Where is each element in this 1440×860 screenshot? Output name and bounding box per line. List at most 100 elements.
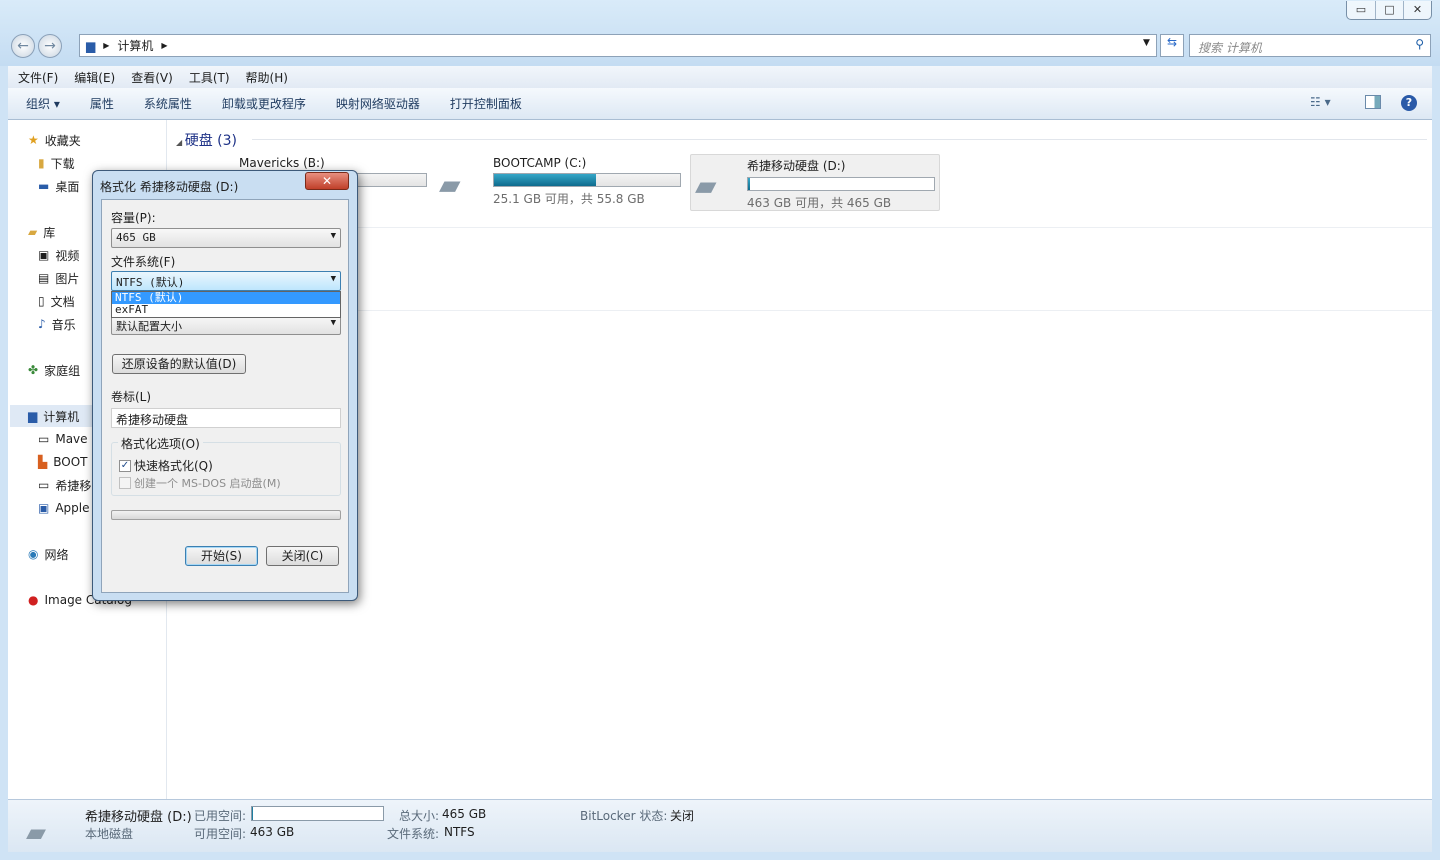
minimize-button[interactable]: ▭ bbox=[1347, 1, 1375, 19]
drive-tile-d[interactable]: ▰ 希捷移动硬盘 (D:) 463 GB 可用，共 465 GB bbox=[690, 154, 940, 211]
divider bbox=[357, 227, 1432, 228]
close-button[interactable]: ✕ bbox=[1403, 1, 1431, 19]
preview-pane-icon[interactable] bbox=[1365, 95, 1381, 109]
window-controls: ▭ □ ✕ bbox=[1346, 1, 1432, 20]
drive-info: 463 GB 可用，共 465 GB bbox=[747, 196, 892, 210]
msdos-boot-label: 创建一个 MS-DOS 启动盘(M) bbox=[134, 477, 281, 490]
search-icon: ⚲ bbox=[1415, 37, 1424, 51]
drive-info: 25.1 GB 可用，共 55.8 GB bbox=[493, 192, 645, 206]
uninstall-button[interactable]: 卸载或更改程序 bbox=[222, 95, 306, 112]
filesystem-label: 文件系统: bbox=[387, 827, 440, 841]
dialog-close-button[interactable]: ✕ bbox=[305, 172, 349, 190]
chevron-down-icon: ▼ bbox=[330, 274, 336, 284]
map-network-drive-button[interactable]: 映射网络驱动器 bbox=[336, 95, 420, 112]
checkbox-icon bbox=[119, 477, 131, 489]
maximize-button[interactable]: □ bbox=[1375, 1, 1403, 19]
search-input[interactable]: 搜索 计算机 ⚲ bbox=[1189, 34, 1431, 57]
command-bar: 组织 ▾ 属性 系统属性 卸载或更改程序 映射网络驱动器 打开控制面板 bbox=[8, 88, 1432, 120]
status-drive-name: 希捷移动硬盘 (D:) bbox=[85, 810, 192, 825]
menu-tools[interactable]: 工具(T) bbox=[189, 69, 230, 85]
filesystem-select[interactable]: NTFS (默认) ▼ bbox=[111, 271, 341, 291]
refresh-icon[interactable]: ⇆ bbox=[1160, 34, 1184, 57]
dialog-body: 容量(P): 465 GB ▼ 文件系统(F) NTFS (默认) ▼ 默认配置大小… bbox=[101, 199, 349, 593]
sidebar-label: 下载 bbox=[50, 156, 75, 171]
used-space-fill bbox=[252, 807, 254, 820]
back-button[interactable]: ← bbox=[11, 34, 35, 58]
close-dialog-button[interactable]: 关闭(C) bbox=[266, 546, 339, 566]
used-space-label: 已用空间: bbox=[194, 809, 247, 823]
filesystem-value: NTFS (默认) bbox=[116, 276, 185, 289]
menu-help[interactable]: 帮助(H) bbox=[246, 69, 288, 85]
divider bbox=[357, 310, 1432, 311]
picture-icon: ▤ bbox=[38, 271, 50, 285]
forward-button[interactable]: → bbox=[38, 34, 62, 58]
sidebar-label: 希捷移 bbox=[55, 478, 92, 493]
start-button[interactable]: 开始(S) bbox=[185, 546, 258, 566]
menu-bar: 文件(F) 编辑(E) 查看(V) 工具(T) 帮助(H) bbox=[8, 66, 1432, 88]
dropdown-option-exfat[interactable]: exFAT bbox=[112, 304, 340, 316]
sidebar-label: Apple bbox=[55, 501, 90, 515]
chevron-down-icon: ▼ bbox=[330, 231, 336, 241]
help-icon[interactable]: ? bbox=[1401, 95, 1417, 111]
menu-edit[interactable]: 编辑(E) bbox=[74, 69, 115, 85]
video-icon: ▣ bbox=[38, 248, 50, 262]
format-dialog: 格式化 希捷移动硬盘 (D:) ✕ 容量(P): 465 GB ▼ 文件系统(F)… bbox=[92, 170, 358, 601]
used-space-bar bbox=[251, 806, 384, 821]
group-header[interactable]: ◢ 硬盘 (3) bbox=[176, 130, 237, 150]
address-dropdown-icon[interactable]: ▼ bbox=[1143, 38, 1150, 48]
sidebar-label: 音乐 bbox=[51, 317, 76, 332]
view-options-icon[interactable]: ☷ ▾ bbox=[1310, 95, 1331, 109]
quick-format-label: 快速格式化(Q) bbox=[134, 459, 213, 473]
menu-file[interactable]: 文件(F) bbox=[18, 69, 58, 85]
chevron-icon: ▶ bbox=[161, 41, 168, 50]
sidebar-label: 桌面 bbox=[55, 179, 80, 194]
control-panel-button[interactable]: 打开控制面板 bbox=[450, 95, 522, 112]
capacity-select[interactable]: 465 GB ▼ bbox=[111, 228, 341, 248]
format-progress-bar bbox=[111, 510, 341, 520]
details-pane: ▰ 希捷移动硬盘 (D:) 本地磁盘 已用空间: 可用空间: 463 GB 总大… bbox=[8, 799, 1432, 852]
organize-button[interactable]: 组织 ▾ bbox=[26, 95, 60, 112]
sidebar-label: 收藏夹 bbox=[44, 133, 81, 148]
drive-name: Mavericks (B:) bbox=[239, 156, 325, 170]
windows-drive-icon: ▰ bbox=[439, 168, 461, 201]
network-icon: ◉ bbox=[28, 547, 39, 561]
menu-view[interactable]: 查看(V) bbox=[131, 69, 173, 85]
quick-format-checkbox[interactable]: ✓ 快速格式化(Q) bbox=[119, 457, 213, 474]
drive-icon: ▣ bbox=[38, 501, 50, 515]
volume-label-input[interactable]: 希捷移动硬盘 bbox=[111, 408, 341, 428]
sidebar-label: 网络 bbox=[44, 547, 69, 562]
group-divider bbox=[252, 139, 1427, 140]
allocation-size-select[interactable]: 默认配置大小 ▼ bbox=[111, 315, 341, 335]
volume-label-label: 卷标(L) bbox=[111, 390, 152, 404]
chevron-down-icon: ▼ bbox=[330, 318, 336, 328]
properties-button[interactable]: 属性 bbox=[90, 95, 114, 112]
music-icon: ♪ bbox=[38, 317, 46, 331]
msdos-boot-checkbox[interactable]: 创建一个 MS-DOS 启动盘(M) bbox=[119, 475, 281, 491]
image-catalog-icon: ● bbox=[28, 593, 39, 607]
computer-icon: ▆ bbox=[28, 409, 38, 423]
total-size-value: 465 GB bbox=[442, 807, 487, 821]
status-drive-type: 本地磁盘 bbox=[85, 827, 134, 841]
system-properties-button[interactable]: 系统属性 bbox=[144, 95, 192, 112]
restore-defaults-button[interactable]: 还原设备的默认值(D) bbox=[112, 354, 246, 374]
star-icon: ★ bbox=[28, 133, 39, 147]
drive-icon: ▭ bbox=[38, 478, 50, 492]
drive-usage-fill bbox=[748, 178, 750, 190]
drive-usage-bar bbox=[747, 177, 935, 191]
drive-tile-c[interactable]: ▰ BOOTCAMP (C:) 25.1 GB 可用，共 55.8 GB bbox=[437, 156, 681, 212]
sidebar-label: 计算机 bbox=[43, 409, 80, 424]
free-space-value: 463 GB bbox=[250, 825, 295, 839]
dialog-title: 格式化 希捷移动硬盘 (D:) bbox=[100, 180, 239, 194]
address-bar[interactable]: ▆ ▶ 计算机 ▶ bbox=[79, 34, 1157, 57]
drive-name: 希捷移动硬盘 (D:) bbox=[747, 159, 846, 173]
bitlocker-label: BitLocker 状态: bbox=[580, 809, 668, 823]
collapse-icon: ◢ bbox=[176, 138, 185, 147]
downloads-icon: ▮ bbox=[38, 156, 45, 170]
sidebar-favorites[interactable]: ★ 收藏夹 bbox=[28, 129, 186, 151]
allocation-size-value: 默认配置大小 bbox=[116, 320, 182, 333]
breadcrumb-computer[interactable]: 计算机 bbox=[117, 37, 153, 54]
sidebar-label: BOOT bbox=[53, 455, 88, 469]
windows-drive-icon: ▙ bbox=[38, 455, 48, 469]
drive-name: BOOTCAMP (C:) bbox=[493, 156, 587, 170]
filesystem-label: 文件系统(F) bbox=[111, 255, 176, 269]
